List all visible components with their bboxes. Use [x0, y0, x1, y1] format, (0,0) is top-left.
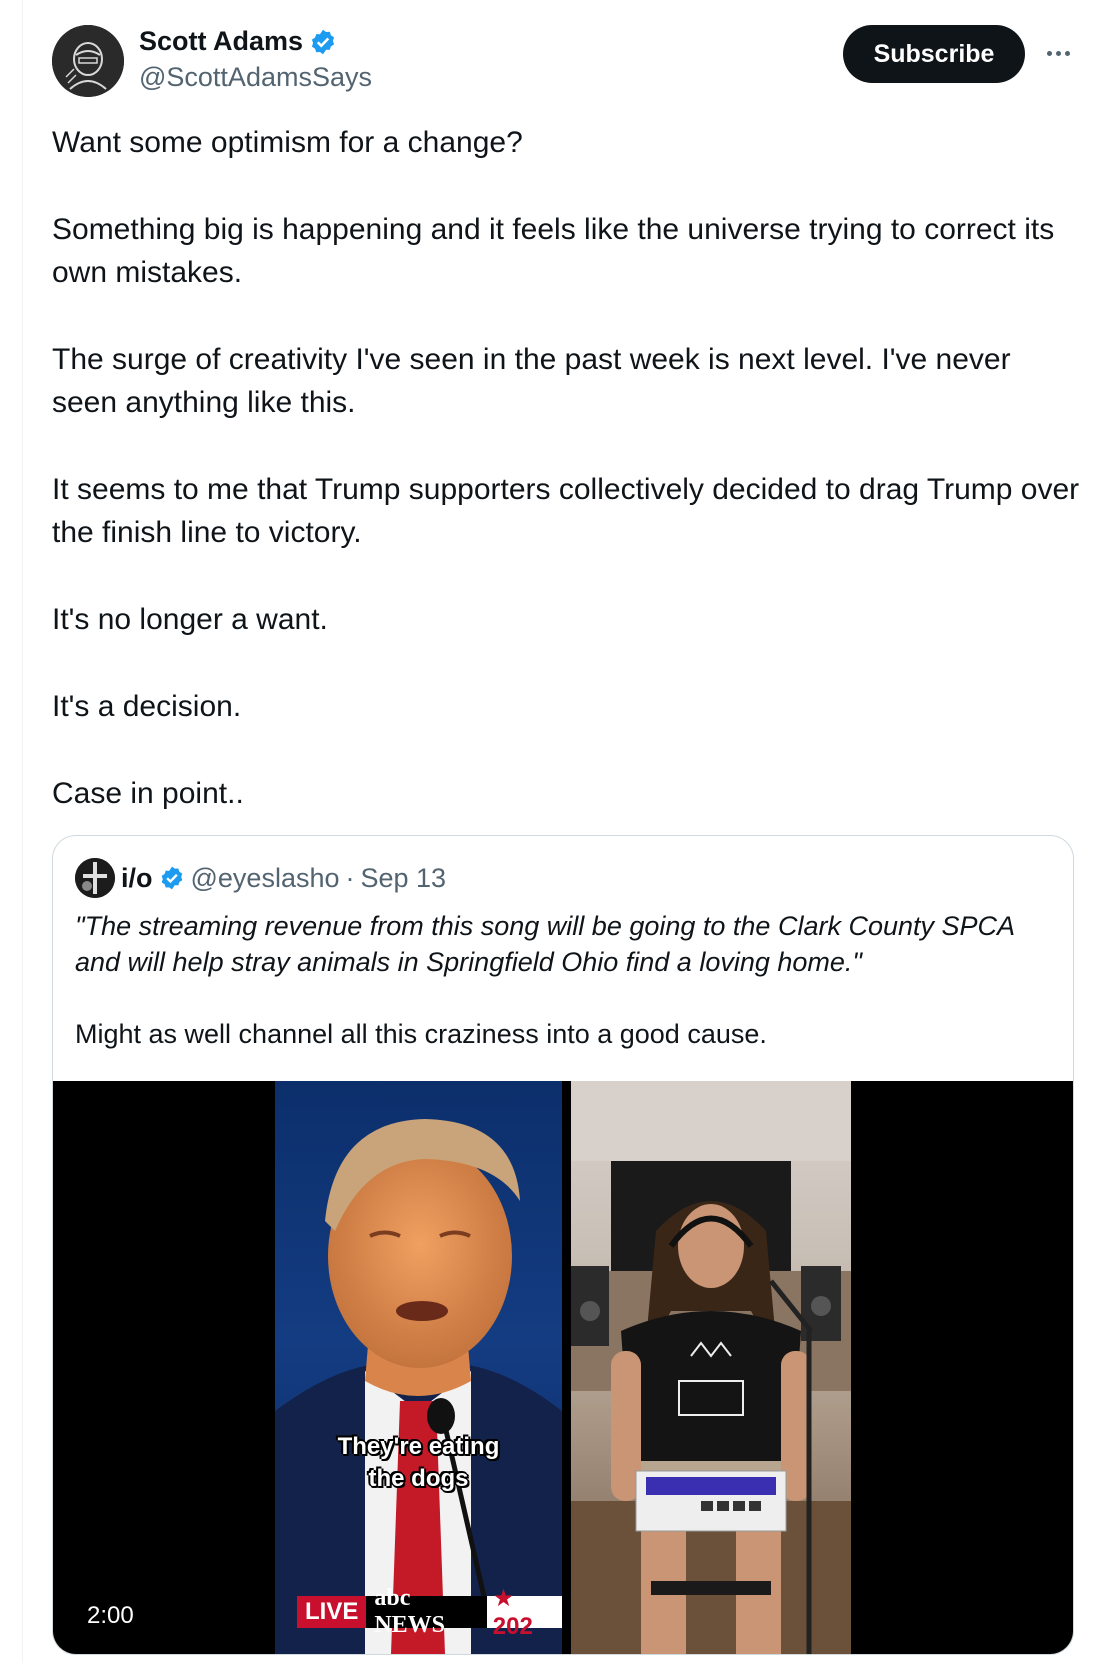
- author-name[interactable]: Scott Adams: [139, 26, 303, 57]
- tweet-paragraph: Want some optimism for a change?: [52, 126, 523, 159]
- tweet-paragraph: Something big is happening and it feels …: [52, 213, 1055, 289]
- tweet-paragraph: It's a decision.: [52, 690, 242, 723]
- verified-badge-icon: [159, 865, 185, 891]
- author-handle[interactable]: @ScottAdamsSays: [139, 62, 372, 93]
- tweet-text: Want some optimism for a change? Somethi…: [52, 121, 1082, 815]
- quoted-tweet-date[interactable]: Sep 13: [361, 863, 447, 894]
- tweet-paragraph: It seems to me that Trump supporters col…: [52, 473, 1080, 549]
- video-frame-musician: [571, 1081, 851, 1654]
- musician-illustration: [571, 1081, 851, 1654]
- quoted-author-avatar[interactable]: [75, 858, 115, 898]
- author-avatar[interactable]: [52, 25, 124, 97]
- tweet-paragraph: Case in point..: [52, 777, 244, 810]
- ticker-year: ★ 202: [486, 1585, 562, 1640]
- video-caption-line: They're eating: [337, 1433, 500, 1460]
- video-caption: They're eating the dogs: [275, 1431, 562, 1495]
- video-frame-news-clip: They're eating the dogs LIVE abc NEWS ★ …: [275, 1081, 562, 1654]
- quoted-tweet-quote: "The streaming revenue from this song wi…: [75, 911, 1015, 977]
- verified-badge-icon: [309, 28, 337, 56]
- quoted-tweet-text: Might as well channel all this craziness…: [75, 1019, 767, 1049]
- tweet-paragraph: The surge of creativity I've seen in the…: [52, 343, 1011, 419]
- quoted-author-name[interactable]: i/o: [121, 863, 153, 894]
- more-horizontal-icon[interactable]: [1040, 38, 1076, 68]
- news-clip-illustration: [275, 1119, 562, 1654]
- video-duration: 2:00: [77, 1598, 144, 1634]
- network-logo: abc NEWS: [366, 1585, 487, 1638]
- subscribe-button[interactable]: Subscribe: [843, 25, 1025, 83]
- video-player[interactable]: They're eating the dogs LIVE abc NEWS ★ …: [53, 1081, 1073, 1654]
- author-name-row[interactable]: Scott Adams: [139, 26, 337, 57]
- quoted-author-handle[interactable]: @eyeslasho: [191, 863, 340, 894]
- quoted-tweet-header: i/o @eyeslasho · Sep 13: [75, 858, 446, 898]
- tweet-paragraph: It's no longer a want.: [52, 603, 328, 636]
- video-caption-line: the dogs: [368, 1465, 469, 1492]
- news-ticker: LIVE abc NEWS ★ 202: [297, 1585, 562, 1640]
- separator-dot: ·: [345, 862, 355, 893]
- live-badge: LIVE: [297, 1596, 367, 1628]
- timeline-divider: [22, 0, 23, 1663]
- quoted-tweet[interactable]: i/o @eyeslasho · Sep 13 "The streaming r…: [52, 835, 1074, 1655]
